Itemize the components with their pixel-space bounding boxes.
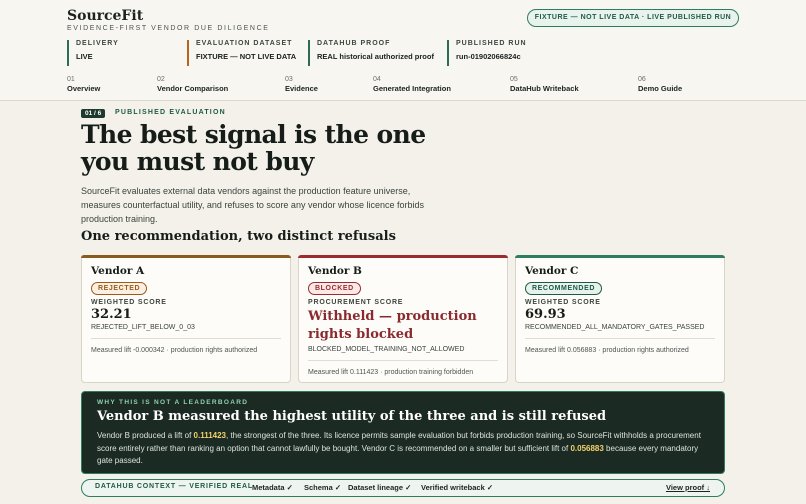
vendor-card-c: Vendor C RECOMMENDED WEIGHTED SCORE 69.9… <box>515 255 725 383</box>
meta-value: REAL historical authorized proof <box>317 52 434 61</box>
lift-note: Measured lift -0.000342 · production rig… <box>91 347 258 354</box>
nav-vendor-comparison[interactable]: 02 Vendor Comparison <box>157 76 228 93</box>
status-badge: REJECTED <box>91 282 148 295</box>
check-verified-writeback: Verified writeback ✓ <box>421 483 494 492</box>
score-value: 69.93 <box>525 307 566 322</box>
callout-eyebrow: WHY THIS IS NOT A LEADERBOARD <box>97 399 249 406</box>
meta-value: run-01902066824c <box>456 52 521 61</box>
decision-code: RECOMMENDED_ALL_MANDATORY_GATES_PASSED <box>525 324 715 339</box>
decision-code: REJECTED_LIFT_BELOW_0_03 <box>91 324 281 339</box>
highlight-lift-b: 0.111423 <box>193 431 226 440</box>
vendor-name: Vendor C <box>525 265 579 277</box>
nav-datahub-writeback[interactable]: 05 DataHub Writeback <box>510 76 579 93</box>
vendor-card-b: Vendor B BLOCKED PROCUREMENT SCORE Withh… <box>298 255 508 383</box>
callout-text: Vendor B produced a lift of <box>97 431 194 440</box>
hero-eyebrow: PUBLISHED EVALUATION <box>115 109 226 116</box>
nav-generated-integration[interactable]: 04 Generated Integration <box>373 76 451 93</box>
lift-note: Measured lift 0.111423 · production trai… <box>308 369 474 376</box>
score-label: PROCUREMENT SCORE <box>308 299 404 306</box>
card-accent-bar <box>298 255 508 258</box>
nav-label: Evidence <box>285 84 318 93</box>
nav-overview[interactable]: 01 Overview <box>67 76 100 93</box>
highlight-lift-c: 0.056883 <box>570 443 604 453</box>
nav-number: 03 <box>285 76 293 83</box>
meta-label: DATAHUB PROOF <box>317 40 391 47</box>
check-metadata: Metadata ✓ <box>252 483 293 492</box>
score-value: 32.21 <box>91 307 132 322</box>
explanation-callout: WHY THIS IS NOT A LEADERBOARD Vendor B m… <box>81 391 725 474</box>
vendor-name: Vendor A <box>91 265 145 277</box>
nav-label: Generated Integration <box>373 84 451 93</box>
view-proof-link[interactable]: View proof ↓ <box>666 483 710 492</box>
fixture-status-badge: FIXTURE — NOT LIVE DATA · LIVE PUBLISHED… <box>527 9 739 27</box>
check-schema: Schema ✓ <box>304 483 342 492</box>
status-badge: BLOCKED <box>308 282 361 295</box>
score-label: WEIGHTED SCORE <box>91 299 167 306</box>
nav-number: 04 <box>373 76 381 83</box>
meta-published-run: PUBLISHED RUN run-01902066824c <box>447 40 527 66</box>
app-header: SourceFit EVIDENCE-FIRST VENDOR DUE DILI… <box>0 0 806 101</box>
status-badge: RECOMMENDED <box>525 282 602 295</box>
nav-number: 06 <box>638 76 646 83</box>
score-label: WEIGHTED SCORE <box>525 299 601 306</box>
brand-name[interactable]: SourceFit <box>67 8 143 24</box>
score-withheld: Withheld — production rights blocked <box>308 309 477 342</box>
lift-note: Measured lift 0.056883 · production righ… <box>525 347 689 354</box>
nav-number: 02 <box>157 76 165 83</box>
nav-label: Demo Guide <box>638 84 683 93</box>
card-accent-bar <box>515 255 725 258</box>
nav-demo-guide[interactable]: 06 Demo Guide <box>638 76 682 93</box>
nav-number: 01 <box>67 76 75 83</box>
check-dataset-lineage: Dataset lineage ✓ <box>348 483 412 492</box>
context-label: DATAHUB CONTEXT — VERIFIED REAL <box>95 483 253 490</box>
nav-label: DataHub Writeback <box>510 84 579 93</box>
meta-label: PUBLISHED RUN <box>456 40 527 47</box>
card-accent-bar <box>81 255 291 258</box>
nav-label: Overview <box>67 84 101 93</box>
meta-value: FIXTURE — NOT LIVE DATA <box>196 52 297 61</box>
decision-code: BLOCKED_MODEL_TRAINING_NOT_ALLOWED <box>308 346 498 361</box>
callout-body: Vendor B produced a lift of 0.111423, th… <box>97 430 709 468</box>
page-title: The best signal is the one you must not … <box>81 120 426 176</box>
nav-number: 05 <box>510 76 518 83</box>
nav-evidence[interactable]: 03 Evidence <box>285 76 318 93</box>
section-title: One recommendation, two distinct refusal… <box>81 229 396 244</box>
meta-value: LIVE <box>76 52 93 61</box>
meta-label: DELIVERY <box>76 40 119 47</box>
datahub-context-bar: DATAHUB CONTEXT — VERIFIED REAL Metadata… <box>81 479 725 497</box>
step-badge: 01 / 6 <box>81 109 106 118</box>
callout-title: Vendor B measured the highest utility of… <box>97 409 607 424</box>
brand-tagline: EVIDENCE-FIRST VENDOR DUE DILIGENCE <box>67 25 270 32</box>
meta-label: EVALUATION DATASET <box>196 40 293 47</box>
nav-label: Vendor Comparison <box>157 84 229 93</box>
vendor-card-a: Vendor A REJECTED WEIGHTED SCORE 32.21 R… <box>81 255 291 383</box>
meta-delivery: DELIVERY LIVE <box>67 40 119 66</box>
hero-description: SourceFit evaluates external data vendor… <box>81 186 425 224</box>
meta-evaluation-dataset: EVALUATION DATASET FIXTURE — NOT LIVE DA… <box>187 40 296 66</box>
vendor-name: Vendor B <box>308 265 362 277</box>
meta-datahub-proof: DATAHUB PROOF REAL historical authorized… <box>308 40 434 66</box>
